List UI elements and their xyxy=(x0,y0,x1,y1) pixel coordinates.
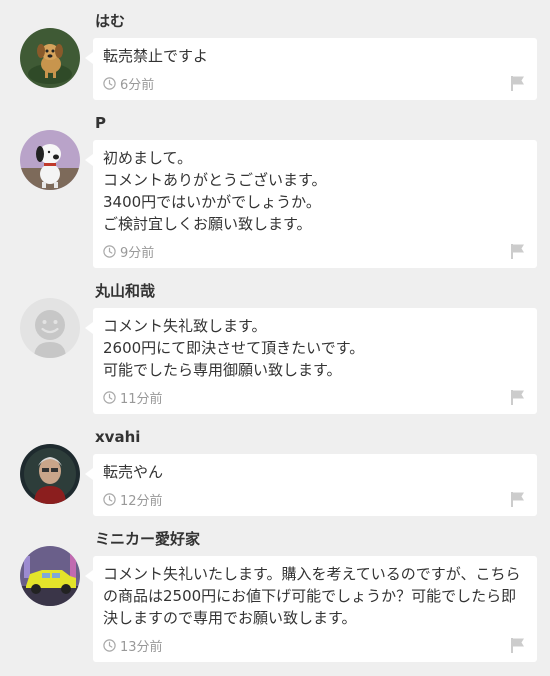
comment-body: xvahi 転売やん 12分前 xyxy=(85,426,537,516)
username[interactable]: 丸山和哉 xyxy=(95,280,537,302)
comment-time: 9分前 xyxy=(103,242,154,261)
username[interactable]: ミニカー愛好家 xyxy=(95,528,537,550)
clock-icon xyxy=(103,638,116,652)
comment-message: コメント失礼いたします。購入を考えているのですが、こちらの商品は2500円にお値… xyxy=(103,565,521,627)
comment-item: xvahi 転売やん 12分前 xyxy=(0,426,550,516)
comment-time: 6分前 xyxy=(103,74,154,93)
comment-meta: 13分前 xyxy=(103,636,527,655)
time-label: 9分前 xyxy=(120,245,155,261)
comment-message: 初めまして。 コメントありがとうございます。 3400円ではいかがでしょうか。 … xyxy=(103,149,327,233)
comment-message: 転売やん xyxy=(103,463,164,481)
comment-bubble: 転売やん 12分前 xyxy=(85,454,537,516)
time-label: 6分前 xyxy=(120,77,155,93)
comment-body: ミニカー愛好家 コメント失礼いたします。購入を考えているのですが、こちらの商品は… xyxy=(85,528,537,662)
flag-icon[interactable] xyxy=(509,490,527,508)
time-label: 11分前 xyxy=(120,391,163,407)
comment-meta: 11分前 xyxy=(103,388,527,407)
car-photo-avatar[interactable] xyxy=(20,546,80,606)
default-user-avatar[interactable] xyxy=(20,298,80,358)
flag-icon[interactable] xyxy=(509,74,527,92)
dog-photo-avatar[interactable] xyxy=(20,28,80,88)
time-label: 12分前 xyxy=(120,493,163,509)
snoopy-photo-avatar[interactable] xyxy=(20,130,80,190)
flag-icon[interactable] xyxy=(509,242,527,260)
comment-item: P 初めまして。 コメントありがとうございます。 3400円ではいかがでしょうか… xyxy=(0,112,550,268)
clock-icon xyxy=(103,492,116,506)
comment-body: P 初めまして。 コメントありがとうございます。 3400円ではいかがでしょうか… xyxy=(85,112,537,268)
comment-message: 転売禁止ですよ xyxy=(103,47,209,65)
comment-meta: 6分前 xyxy=(103,74,527,93)
username[interactable]: はむ xyxy=(95,10,537,32)
person-photo-avatar[interactable] xyxy=(20,444,80,504)
comment-time: 12分前 xyxy=(103,490,163,509)
comment-item: 丸山和哉 コメント失礼致します。 2600円にて即決させて頂きたいです。 可能で… xyxy=(0,280,550,414)
comment-message: コメント失礼致します。 2600円にて即決させて頂きたいです。 可能でしたら専用… xyxy=(103,317,365,379)
comment-body: はむ 転売禁止ですよ 6分前 xyxy=(85,10,537,100)
comment-bubble: 初めまして。 コメントありがとうございます。 3400円ではいかがでしょうか。 … xyxy=(85,140,537,268)
comment-bubble: コメント失礼いたします。購入を考えているのですが、こちらの商品は2500円にお値… xyxy=(85,556,537,662)
comment-item: はむ 転売禁止ですよ 6分前 xyxy=(0,10,550,100)
clock-icon xyxy=(103,244,116,258)
comment-body: 丸山和哉 コメント失礼致します。 2600円にて即決させて頂きたいです。 可能で… xyxy=(85,280,537,414)
comment-meta: 9分前 xyxy=(103,242,527,261)
comment-time: 13分前 xyxy=(103,636,163,655)
comment-meta: 12分前 xyxy=(103,490,527,509)
clock-icon xyxy=(103,76,116,90)
username[interactable]: xvahi xyxy=(95,426,537,448)
comments-list: はむ 転売禁止ですよ 6分前 P 初めまして。 コメントありがとうございます。 … xyxy=(0,0,550,676)
comment-bubble: 転売禁止ですよ 6分前 xyxy=(85,38,537,100)
comment-item: ミニカー愛好家 コメント失礼いたします。購入を考えているのですが、こちらの商品は… xyxy=(0,528,550,662)
flag-icon[interactable] xyxy=(509,388,527,406)
comment-time: 11分前 xyxy=(103,388,163,407)
flag-icon[interactable] xyxy=(509,636,527,654)
username[interactable]: P xyxy=(95,112,537,134)
comment-bubble: コメント失礼致します。 2600円にて即決させて頂きたいです。 可能でしたら専用… xyxy=(85,308,537,414)
clock-icon xyxy=(103,390,116,404)
time-label: 13分前 xyxy=(120,639,163,655)
